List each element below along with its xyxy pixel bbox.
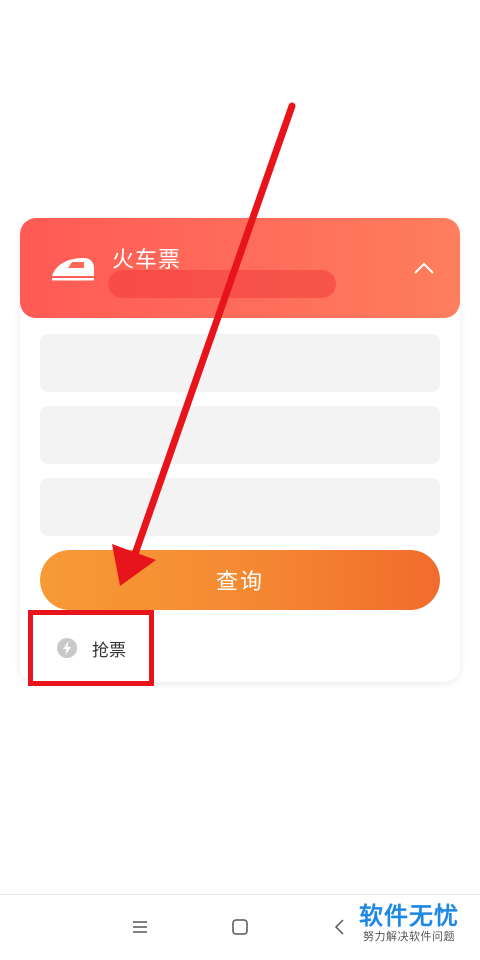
- arrival-field[interactable]: [40, 406, 440, 464]
- train-icon: [52, 258, 94, 281]
- header-highlight-bar: [108, 270, 336, 298]
- date-field[interactable]: [40, 478, 440, 536]
- home-icon[interactable]: [230, 917, 250, 937]
- query-button[interactable]: 查询: [40, 550, 440, 610]
- departure-field[interactable]: [40, 334, 440, 392]
- watermark-title: 软件无忧: [359, 902, 459, 930]
- annotation-highlight-box: [28, 610, 154, 686]
- screen: 火车票 查询 抢票 软件无忧 努力解决软件问题: [0, 0, 480, 960]
- menu-icon[interactable]: [130, 917, 150, 937]
- chevron-up-icon[interactable]: [412, 258, 436, 278]
- watermark: 软件无忧 努力解决软件问题: [354, 902, 464, 944]
- watermark-subtitle: 努力解决软件问题: [363, 930, 455, 943]
- back-icon[interactable]: [332, 917, 346, 937]
- card-header[interactable]: 火车票: [20, 218, 460, 318]
